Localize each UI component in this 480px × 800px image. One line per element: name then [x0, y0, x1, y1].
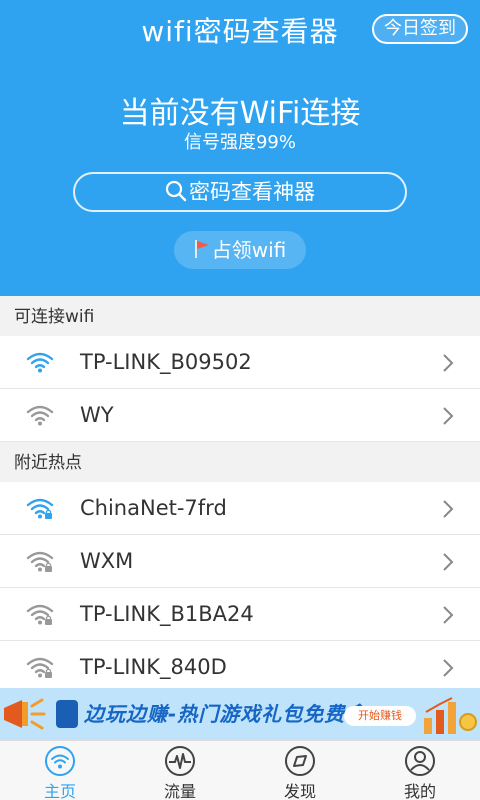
chevron-right-icon — [443, 354, 454, 372]
tab-traffic-label: 流量 — [163, 782, 196, 800]
section-nearby-header: 附近热点 — [0, 442, 480, 482]
flag-icon — [194, 240, 209, 258]
wifi-ssid: TP-LINK_B09502 — [80, 350, 252, 374]
signal-strength: 信号强度99% — [183, 132, 296, 153]
tab-mine-label: 我的 — [403, 782, 436, 800]
wifi-locked-icon — [26, 657, 54, 678]
wifi-list-item[interactable]: WXM — [0, 535, 480, 588]
chevron-right-icon — [443, 606, 454, 624]
password-viewer-button[interactable]: 密码查看神器 — [73, 172, 407, 212]
wifi-list-item[interactable]: ChinaNet-7frd — [0, 482, 480, 535]
tab-home[interactable]: 主页 — [0, 741, 120, 800]
section-connectable-header: 可连接wifi — [0, 296, 480, 336]
wifi-locked-icon — [26, 498, 54, 519]
wifi-ssid: WXM — [80, 549, 134, 573]
pulse-icon — [165, 746, 195, 776]
wifi-locked-icon — [26, 604, 54, 625]
chevron-right-icon — [443, 659, 454, 677]
wifi-list-item[interactable]: TP-LINK_840D — [0, 641, 480, 694]
checkin-button[interactable]: 今日签到 — [372, 14, 468, 44]
wifi-ssid: TP-LINK_840D — [80, 655, 227, 679]
wifi-ssid: TP-LINK_B1BA24 — [80, 602, 254, 626]
tab-mine[interactable]: 我的 — [360, 741, 480, 800]
wifi-ssid: ChinaNet-7frd — [80, 496, 227, 520]
wifi-icon — [45, 746, 75, 776]
wifi-icon — [26, 405, 54, 426]
user-icon — [405, 746, 435, 776]
promo-banner[interactable]: 边玩边赚-热门游戏礼包免费拿 开始赚钱 — [0, 688, 480, 740]
start-earning-button[interactable]: 开始赚钱 — [344, 706, 416, 726]
wifi-list-item[interactable]: TP-LINK_B09502 — [0, 336, 480, 389]
occupy-wifi-button[interactable]: 占领wifi — [174, 231, 306, 269]
banner-text: 边玩边赚-热门游戏礼包免费拿 — [84, 702, 367, 726]
tab-discover[interactable]: 发现 — [240, 741, 360, 800]
chevron-right-icon — [443, 407, 454, 425]
gift-box-icon — [56, 700, 78, 728]
header: wifi密码查看器 今日签到 当前没有WiFi连接 信号强度99% 密码查看神器… — [0, 0, 480, 296]
wifi-ssid: WY — [80, 403, 114, 427]
password-viewer-label: 密码查看神器 — [189, 180, 315, 204]
tab-traffic[interactable]: 流量 — [120, 741, 240, 800]
coins-chart-icon — [424, 697, 477, 734]
tab-discover-label: 发现 — [283, 782, 316, 800]
search-icon — [165, 180, 187, 202]
wifi-locked-icon — [26, 551, 54, 572]
occupy-wifi-label: 占领wifi — [211, 238, 287, 262]
connection-status: 当前没有WiFi连接 — [119, 96, 361, 131]
bottom-tab-bar: 主页 流量 发现 我的 — [0, 740, 480, 800]
wifi-list-item[interactable]: TP-LINK_B1BA24 — [0, 588, 480, 641]
wifi-icon — [26, 352, 54, 373]
compass-icon — [285, 746, 315, 776]
wifi-list-item[interactable]: WY — [0, 389, 480, 442]
tab-home-label: 主页 — [43, 782, 76, 800]
chevron-right-icon — [443, 500, 454, 518]
megaphone-icon — [4, 698, 46, 730]
chevron-right-icon — [443, 553, 454, 571]
